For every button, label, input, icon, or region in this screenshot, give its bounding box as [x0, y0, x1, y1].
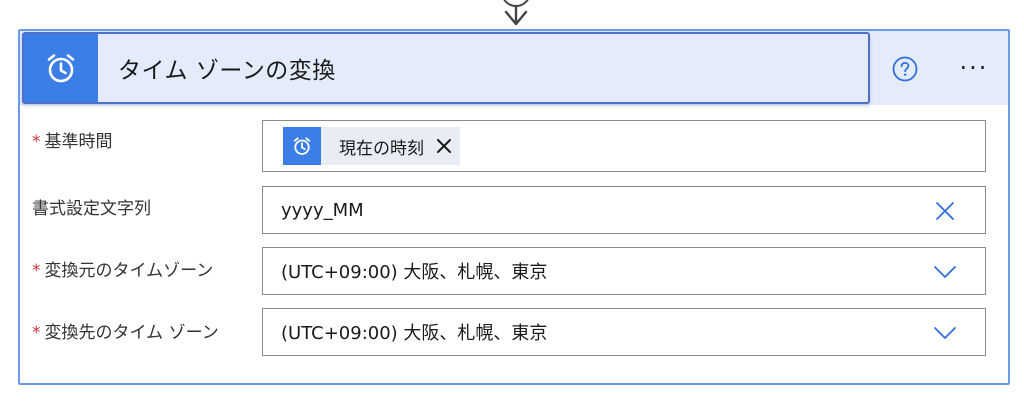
alarm-clock-icon — [293, 137, 311, 155]
action-icon-box — [24, 34, 98, 102]
token-label: 現在の時刻 — [339, 138, 424, 159]
required-marker: * — [32, 132, 41, 152]
card-title: タイム ゾーンの変換 — [118, 58, 336, 84]
field-label-destination-time-zone: * 変換先のタイム ゾーン — [32, 323, 219, 343]
flow-canvas: タイム ゾーンの変換 ··· * 基準時間 現在の時刻 書式設定文字列 yyyy… — [0, 0, 1024, 411]
required-marker: * — [32, 323, 41, 343]
alarm-clock-icon — [47, 54, 75, 83]
clear-icon[interactable] — [933, 199, 957, 223]
dynamic-content-token[interactable]: 現在の時刻 — [283, 127, 460, 165]
source-time-zone-select[interactable]: (UTC+09:00) 大阪、札幌、東京 — [262, 247, 986, 295]
field-label-format-string: 書式設定文字列 — [32, 199, 151, 219]
format-string-input[interactable]: yyyy_MM — [262, 186, 986, 234]
base-time-input[interactable]: 現在の時刻 — [262, 120, 986, 172]
source-time-zone-value: (UTC+09:00) 大阪、札幌、東京 — [281, 262, 548, 283]
card-header: タイム ゾーンの変換 ··· — [20, 31, 1008, 105]
format-string-value: yyyy_MM — [281, 199, 364, 221]
destination-time-zone-value: (UTC+09:00) 大阪、札幌、東京 — [281, 323, 548, 344]
connector-arrow-icon — [503, 0, 529, 26]
card-header-title-bar[interactable]: タイム ゾーンの変換 — [22, 32, 870, 104]
field-label-source-time-zone: * 変換元のタイムゾーン — [32, 261, 214, 281]
token-icon-box — [283, 127, 321, 165]
required-marker: * — [32, 261, 41, 281]
field-label-base-time: * 基準時間 — [32, 132, 113, 152]
close-icon[interactable] — [434, 136, 454, 156]
help-circle-icon[interactable] — [892, 56, 918, 82]
destination-time-zone-select[interactable]: (UTC+09:00) 大阪、札幌、東京 — [262, 308, 986, 356]
chevron-down-icon[interactable] — [933, 321, 957, 345]
chevron-down-icon[interactable] — [933, 260, 957, 284]
more-options-button[interactable]: ··· — [954, 53, 994, 83]
convert-time-zone-card: タイム ゾーンの変換 ··· * 基準時間 現在の時刻 書式設定文字列 yyyy… — [18, 29, 1010, 385]
